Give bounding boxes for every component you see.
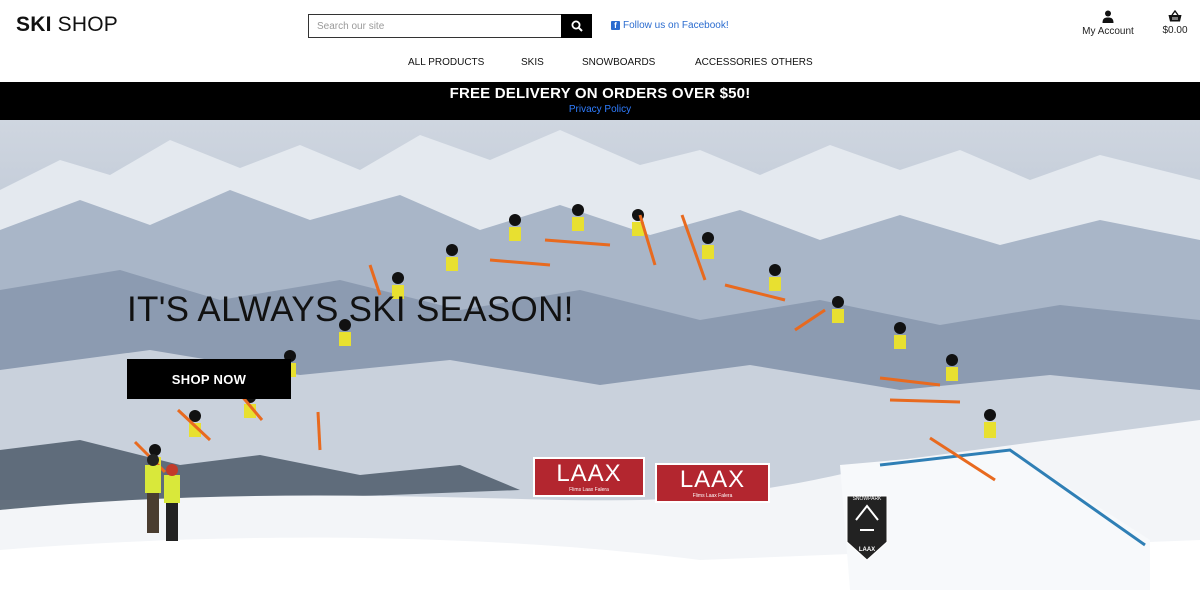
snowpark-badge-text-top: SNOWPARK	[852, 496, 882, 502]
laax-sign-right-sub: Flims Laax Falera	[692, 493, 733, 499]
hero-section: LAAX Flims Laax Falera LAAX Flims Laax F…	[0, 120, 1200, 603]
nav-others[interactable]: OTHERS	[771, 57, 813, 68]
nav-all-products[interactable]: ALL PRODUCTS	[408, 57, 484, 68]
cart-link[interactable]: $0.00	[1158, 10, 1192, 36]
nav-snowboards[interactable]: SNOWBOARDS	[582, 57, 655, 68]
laax-sign-left: LAAX Flims Laax Falera	[533, 457, 645, 497]
my-account-label: My Account	[1082, 26, 1134, 37]
nav-accessories[interactable]: ACCESSORIES	[695, 57, 767, 68]
site-header: SKI SHOP f Follow us on Facebook! My Acc…	[0, 0, 1200, 82]
laax-sign-left-sub: Flims Laax Falera	[569, 487, 609, 493]
facebook-icon: f	[611, 21, 620, 30]
user-icon	[1102, 10, 1114, 23]
cart-total: $0.00	[1162, 25, 1188, 36]
laax-sign-right-text: LAAX	[679, 466, 746, 493]
logo-bold: SKI	[16, 13, 52, 36]
my-account-link[interactable]: My Account	[1080, 10, 1136, 37]
shop-now-button[interactable]: SHOP NOW	[127, 359, 291, 399]
site-logo[interactable]: SKI SHOP	[16, 13, 118, 37]
snowpark-badge-text-bottom: LAAX	[858, 547, 876, 553]
hero-title: IT'S ALWAYS SKI SEASON!	[127, 290, 574, 329]
laax-sign-right: LAAX Flims Laax Falera	[655, 463, 770, 503]
laax-sign-left-text: LAAX	[556, 460, 622, 487]
facebook-link[interactable]: f Follow us on Facebook!	[611, 20, 729, 31]
promo-banner: FREE DELIVERY ON ORDERS OVER $50! Privac…	[0, 82, 1200, 120]
promo-text: FREE DELIVERY ON ORDERS OVER $50!	[449, 85, 751, 102]
facebook-text: Follow us on Facebook!	[623, 20, 729, 31]
search-form	[308, 14, 592, 38]
basket-icon	[1168, 10, 1182, 22]
logo-rest: SHOP	[57, 13, 118, 36]
main-nav: ALL PRODUCTS SKIS SNOWBOARDS ACCESSORIES…	[0, 57, 1200, 71]
search-icon	[571, 20, 583, 32]
nav-skis[interactable]: SKIS	[521, 57, 544, 68]
search-button[interactable]	[561, 14, 592, 38]
privacy-policy-link[interactable]: Privacy Policy	[0, 104, 1200, 115]
search-input[interactable]	[308, 14, 561, 38]
